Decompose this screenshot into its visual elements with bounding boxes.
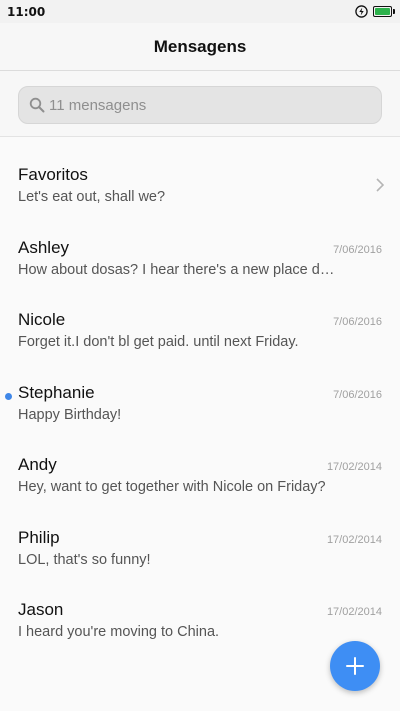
search-icon xyxy=(29,97,45,113)
battery-icon xyxy=(373,6,395,17)
favorites-label: Favoritos xyxy=(18,165,88,184)
charging-bolt-icon xyxy=(355,5,368,18)
search-input[interactable]: 11 mensagens xyxy=(18,86,382,124)
unread-indicator xyxy=(5,392,12,400)
chevron-right-icon xyxy=(376,178,385,192)
favorites-item[interactable]: Favoritos Let's eat out, shall we? xyxy=(0,153,400,226)
page-title: Mensagens xyxy=(153,36,247,56)
message-preview: I heard you're moving to China. xyxy=(18,624,220,640)
message-sender: Nicole xyxy=(18,310,66,329)
message-item[interactable]: Stephanie 7/06/2016 Happy Birthday! xyxy=(0,371,400,444)
message-preview: Hey, want to get together with Nicole on… xyxy=(18,479,326,495)
message-sender: Philip xyxy=(18,527,60,547)
message-item[interactable]: Andy 17/02/2014 Hey, want to get togethe… xyxy=(0,443,400,516)
message-item[interactable]: Philip 17/02/2014 LOL, that's so funny! xyxy=(0,516,400,589)
status-bar: 11:00 xyxy=(0,0,400,23)
message-item[interactable]: Ashley 7/06/2016 How about dosas? I hear… xyxy=(0,226,400,299)
message-sender: Ashley xyxy=(18,237,70,257)
compose-button[interactable] xyxy=(330,641,380,691)
message-preview: Happy Birthday! xyxy=(18,406,122,423)
message-list: Favoritos Let's eat out, shall we? Ashle… xyxy=(0,137,400,661)
message-date: 7/06/2016 xyxy=(333,243,382,256)
battery-level xyxy=(375,8,390,15)
message-date: 17/02/2014 xyxy=(326,606,382,618)
status-time: 11:00 xyxy=(7,4,46,19)
favorites-preview: Let's eat out, shall we? xyxy=(18,189,166,205)
message-sender: Stephanie xyxy=(18,382,95,402)
search-placeholder: 11 mensagens xyxy=(49,96,147,114)
header: Mensagens xyxy=(0,23,400,71)
message-sender: Jason xyxy=(18,600,64,619)
plus-icon xyxy=(346,657,364,675)
message-date: 7/06/2016 xyxy=(333,316,382,328)
status-icons xyxy=(355,5,395,18)
search-area: 11 mensagens xyxy=(0,71,400,137)
message-date: 17/02/2014 xyxy=(326,461,382,473)
message-date: 17/02/2014 xyxy=(326,533,382,546)
message-preview: Forget it.I don't bl get paid. until nex… xyxy=(18,334,299,350)
message-preview: LOL, that's so funny! xyxy=(18,551,151,568)
message-preview: How about dosas? I hear there's a new pl… xyxy=(18,261,338,278)
message-item[interactable]: Nicole 7/06/2016 Forget it.I don't bl ge… xyxy=(0,298,400,371)
message-sender: Andy xyxy=(18,455,57,474)
message-date: 7/06/2016 xyxy=(333,388,382,401)
